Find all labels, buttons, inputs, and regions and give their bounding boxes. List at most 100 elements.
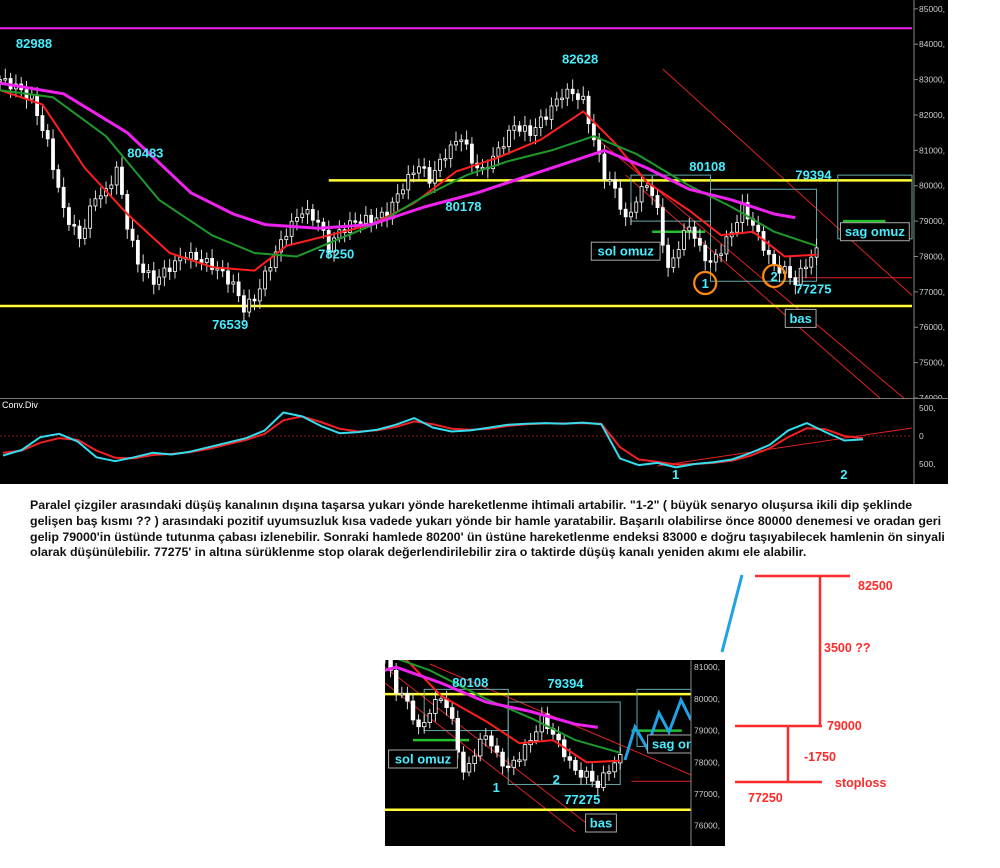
candle-body <box>501 146 506 149</box>
candle-body <box>146 270 151 273</box>
candle-body <box>0 79 2 82</box>
price-tick-label: 83000, <box>919 75 945 85</box>
candle-body <box>416 166 421 174</box>
candle-body <box>772 253 777 266</box>
price-axis: 85000, 84000, 83000, 82000, 81000, 80000, 7900… <box>913 0 948 398</box>
price-tick-label: 77000, <box>919 287 945 297</box>
oscillator-tick-label: 500, <box>919 459 936 469</box>
candle-body <box>406 174 411 191</box>
candle-body <box>114 166 119 186</box>
oscillator-marker-1: 1 <box>672 467 679 482</box>
candle-body <box>682 230 686 250</box>
candle-body <box>523 125 527 132</box>
inset-candle-body <box>595 780 600 788</box>
inset-head-label: bas <box>590 816 612 831</box>
candle-body <box>544 116 549 120</box>
inset-label-79394: 79394 <box>547 676 584 691</box>
candle-body <box>3 78 8 81</box>
inset-candle-body <box>405 692 410 702</box>
candle-body <box>72 224 77 227</box>
boxed-label-bas: bas <box>789 311 811 326</box>
candle-body <box>109 184 114 190</box>
price-tick-label: 78000, <box>919 251 945 261</box>
candle-body <box>629 211 633 218</box>
price-label-79394: 79394 <box>795 168 832 183</box>
candle-body <box>666 244 670 268</box>
candle-body <box>804 266 808 270</box>
inset-candle-body <box>427 712 432 723</box>
candle-body <box>188 251 193 260</box>
oscillator-chart: Conv.Div 1 2 500, 0 500, <box>0 398 948 484</box>
price-tick-label: 80000, <box>919 181 945 191</box>
candle-body <box>310 209 315 221</box>
target-value: 82500 <box>858 579 893 593</box>
inset-marker-2: 2 <box>553 772 560 787</box>
candle-body <box>618 187 623 210</box>
candle-body <box>634 201 639 213</box>
candle-body <box>660 207 665 246</box>
candle-body <box>533 127 538 136</box>
inset-marker-1: 1 <box>493 780 500 795</box>
inset-label-77275: 77275 <box>564 792 600 807</box>
marker-label-2: 2 <box>771 269 778 284</box>
candle-body <box>655 195 660 208</box>
inset-candle-body <box>517 759 522 762</box>
inset-candle-body <box>478 738 483 757</box>
candle-body <box>45 130 50 140</box>
price-label-80483: 80483 <box>127 145 163 160</box>
candle-body <box>379 211 384 219</box>
inset-candle-body <box>606 771 612 774</box>
candle-body <box>756 224 761 232</box>
price-tick-label: 84000, <box>919 39 945 49</box>
candle-body <box>135 239 140 265</box>
candle-body <box>554 98 559 107</box>
inset-candle-body <box>422 722 427 728</box>
candle-body <box>676 249 681 259</box>
price-axis-background <box>914 0 948 398</box>
candle-body <box>560 97 564 101</box>
candle-body <box>448 144 453 159</box>
candle-body <box>242 295 246 313</box>
candle-body <box>204 258 209 263</box>
candle-body <box>226 270 230 285</box>
inset-tick-label: 76000, <box>694 821 720 831</box>
candle-body <box>51 138 55 170</box>
candle-body <box>98 195 103 200</box>
price-tick-label: 75000, <box>919 358 945 368</box>
price-label-82988: 82988 <box>16 36 52 51</box>
candle-body <box>698 237 702 246</box>
candle-body <box>215 268 220 271</box>
inset-left-shoulder-label: sol omuz <box>395 752 452 767</box>
candle-body <box>443 158 448 161</box>
candle-body <box>517 125 522 132</box>
candle-body <box>538 116 543 128</box>
candle-body <box>289 220 294 237</box>
candle-body <box>316 219 321 223</box>
price-label-82628: 82628 <box>562 52 598 67</box>
analysis-commentary: Paralel çizgiler arasındaki düşüş kanalı… <box>30 498 945 560</box>
oscillator-background <box>0 398 948 484</box>
stop-value: 77250 <box>748 791 783 805</box>
candle-body <box>576 93 580 100</box>
upside-move-label: 3500 ?? <box>824 641 871 655</box>
candle-body <box>35 94 40 116</box>
candle-body <box>199 259 204 263</box>
candle-body <box>613 179 617 189</box>
candle-body <box>363 214 368 224</box>
downside-move-label: -1750 <box>804 750 836 764</box>
candle-body <box>151 270 156 285</box>
inset-candle-body <box>556 733 561 741</box>
inset-candle-body <box>472 755 477 764</box>
candle-body <box>581 95 586 100</box>
marker-label-1: 1 <box>702 276 709 291</box>
candle-body <box>56 169 61 188</box>
candle-body <box>93 198 98 207</box>
candle-body <box>602 153 607 181</box>
price-label-78250: 78250 <box>318 246 354 261</box>
price-tick-label: 82000, <box>919 110 945 120</box>
candle-body <box>496 147 501 157</box>
inset-candle-body <box>522 744 528 761</box>
candle-body <box>432 170 437 184</box>
candle-body <box>586 95 591 125</box>
candle-body <box>120 166 124 195</box>
